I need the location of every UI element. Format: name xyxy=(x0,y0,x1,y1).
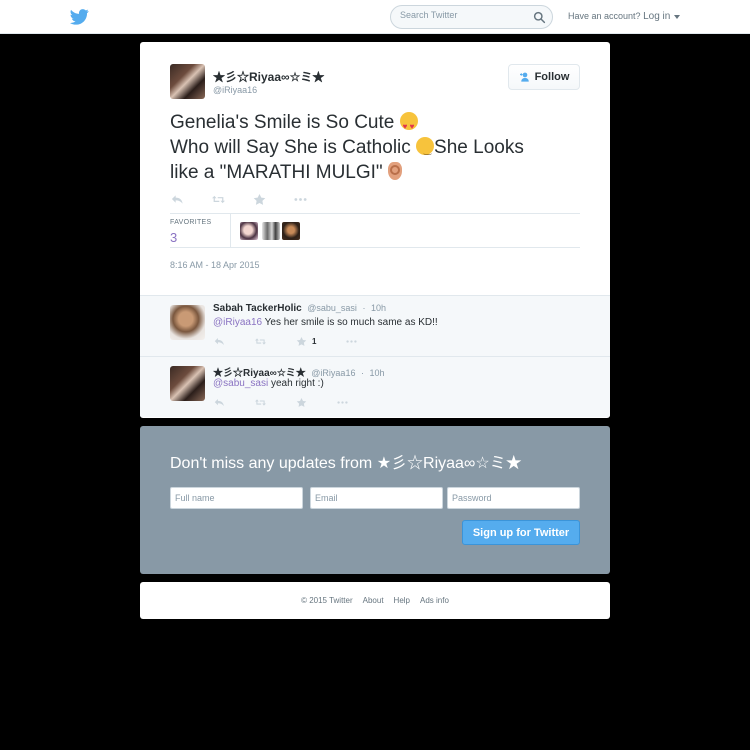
search-icon[interactable] xyxy=(533,11,546,24)
reply-icon[interactable] xyxy=(214,337,225,346)
reply-author-name[interactable]: Sabah TackerHolic xyxy=(213,303,302,314)
favorites-count[interactable]: 3 xyxy=(170,230,177,245)
retweet-icon[interactable] xyxy=(255,337,266,346)
tweet-timestamp[interactable]: 8:16 AM - 18 Apr 2015 xyxy=(170,260,260,270)
password-field[interactable] xyxy=(447,487,580,509)
favorite-star-icon[interactable] xyxy=(253,194,266,205)
search-input[interactable] xyxy=(400,10,528,20)
top-bar: Have an account? Log in xyxy=(0,0,750,34)
reply-text: @sabu_sasi yeah right :) xyxy=(213,378,324,389)
tweet-text-line3: like a "MARATHI MULGI" xyxy=(170,162,383,183)
twitter-bird-icon[interactable] xyxy=(70,9,89,25)
footer-copyright[interactable]: © 2015 Twitter xyxy=(301,596,353,605)
more-options-icon[interactable] xyxy=(346,337,358,346)
tweet-text-line2b: She Looks xyxy=(434,137,524,158)
footer: © 2015 Twitter About Help Ads info xyxy=(140,582,610,619)
reply-header: Sabah TackerHolic @sabu_sasi · 10h xyxy=(213,303,386,314)
favoriter-avatar[interactable] xyxy=(240,222,258,240)
retweet-icon[interactable] xyxy=(255,398,266,407)
reply-icon[interactable] xyxy=(171,194,184,205)
tweet-text-line2a: Who will Say She is Catholic xyxy=(170,137,411,158)
footer-help-link[interactable]: Help xyxy=(394,596,410,605)
tweet-stats: FAVORITES 3 xyxy=(170,213,580,248)
reply-avatar[interactable] xyxy=(170,366,205,401)
signup-heading: Don't miss any updates from ★彡☆Riyaa∞☆ミ★ xyxy=(170,455,522,472)
favorite-star-icon[interactable] xyxy=(296,337,307,346)
more-options-icon[interactable] xyxy=(294,194,307,205)
reply-header: ★彡☆Riyaa∞☆ミ★ @iRiyaa16 · 10h xyxy=(213,364,385,379)
reply-time[interactable]: 10h xyxy=(371,303,386,313)
signup-card: Don't miss any updates from ★彡☆Riyaa∞☆ミ★… xyxy=(140,426,610,574)
email-field[interactable] xyxy=(310,487,443,509)
reply-separator: · xyxy=(360,368,364,378)
search-box[interactable] xyxy=(390,5,553,29)
more-options-icon[interactable] xyxy=(337,398,348,407)
stats-divider xyxy=(230,214,231,247)
account-prompt: Have an account? xyxy=(568,11,641,21)
reply-avatar[interactable] xyxy=(170,305,205,340)
reply-item[interactable]: ★彡☆Riyaa∞☆ミ★ @iRiyaa16 · 10h @sabu_sasi … xyxy=(140,356,610,417)
winking-face-emoji-icon xyxy=(416,137,435,163)
reply-icon[interactable] xyxy=(214,398,225,407)
reply-text: @iRiyaa16 Yes her smile is so much same … xyxy=(213,317,438,328)
follow-label: Follow xyxy=(534,71,570,83)
author-handle[interactable]: @iRiyaa16 xyxy=(213,85,257,95)
login-link[interactable]: Log in xyxy=(643,11,670,22)
reply-actions: 1 xyxy=(214,337,387,346)
reply-author-handle[interactable]: @iRiyaa16 xyxy=(311,368,355,378)
caret-down-icon[interactable] xyxy=(674,14,681,19)
author-name[interactable]: ★彡☆Riyaa∞☆ミ★ xyxy=(213,68,324,85)
tweet-text-line1: Genelia's Smile is So Cute xyxy=(170,112,395,133)
reply-separator: · xyxy=(362,303,366,313)
signup-button[interactable]: Sign up for Twitter xyxy=(462,520,580,545)
account-area: Have an account? Log in xyxy=(568,11,681,22)
mention-link[interactable]: @iRiyaa16 xyxy=(213,317,262,328)
tweet-card: ★彡☆Riyaa∞☆ミ★ @iRiyaa16 Follow Genelia's … xyxy=(140,42,610,418)
add-user-icon xyxy=(519,72,529,82)
reply-body: yeah right :) xyxy=(268,378,324,389)
ok-hand-emoji-icon xyxy=(387,162,402,180)
retweet-icon[interactable] xyxy=(212,194,225,205)
tweet-actions xyxy=(171,194,335,205)
follow-button[interactable]: Follow xyxy=(508,64,580,90)
author-avatar[interactable] xyxy=(170,64,205,99)
favorite-star-icon[interactable] xyxy=(296,398,307,407)
heart-eyes-emoji-icon xyxy=(399,112,418,139)
reply-author-handle[interactable]: @sabu_sasi xyxy=(307,303,357,313)
mention-link[interactable]: @sabu_sasi xyxy=(213,378,268,389)
footer-about-link[interactable]: About xyxy=(363,596,384,605)
reply-actions xyxy=(214,398,378,407)
favorites-label: FAVORITES xyxy=(170,219,212,226)
reply-time[interactable]: 10h xyxy=(369,368,384,378)
reply-item[interactable]: Sabah TackerHolic @sabu_sasi · 10h @iRiy… xyxy=(140,295,610,356)
reply-body: Yes her smile is so much same as KD!! xyxy=(262,317,438,328)
favoriter-avatar[interactable] xyxy=(282,222,300,240)
favoriter-avatar[interactable] xyxy=(262,222,280,240)
footer-ads-link[interactable]: Ads info xyxy=(420,596,449,605)
reply-favorite-count[interactable]: 1 xyxy=(312,337,316,346)
fullname-field[interactable] xyxy=(170,487,303,509)
tweet-text: Genelia's Smile is So Cute Who will Say … xyxy=(170,110,590,185)
